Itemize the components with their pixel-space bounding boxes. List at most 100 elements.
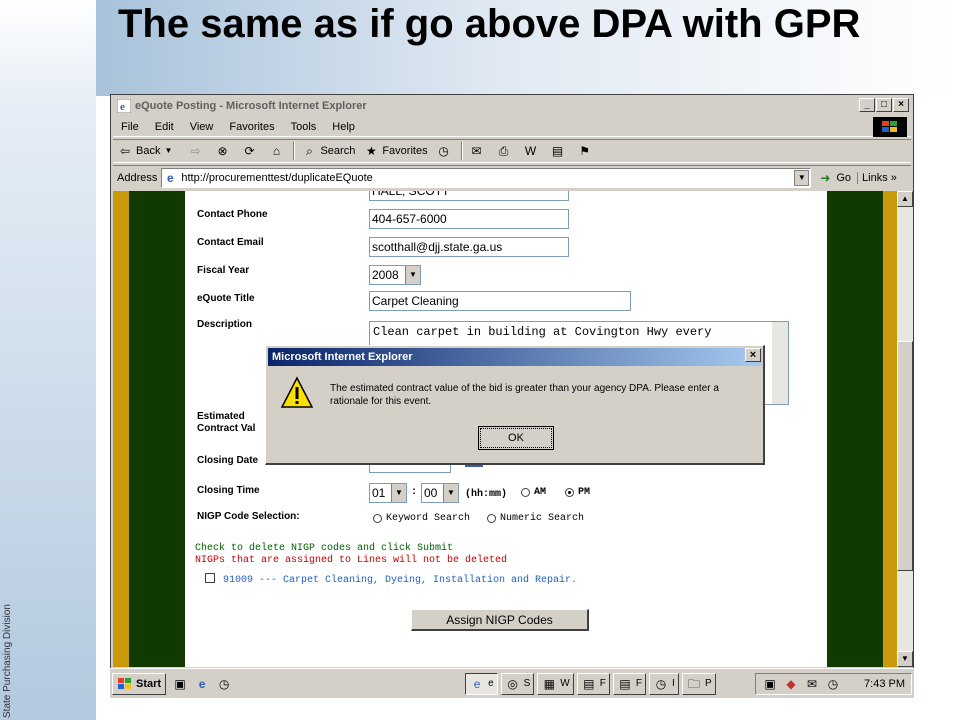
- gold-stripe-left: [113, 191, 129, 667]
- keyword-search-label: Keyword Search: [386, 513, 471, 524]
- hour-value: 01: [372, 486, 386, 500]
- home-button[interactable]: ⌂: [264, 140, 291, 162]
- favorites-icon: ★: [365, 144, 377, 158]
- start-button[interactable]: Start: [112, 672, 167, 695]
- closing-time-label: Closing Time: [197, 485, 260, 496]
- address-bar: Address e http://procurementtest/duplica…: [113, 165, 911, 189]
- mail-icon[interactable]: ✉: [804, 676, 820, 692]
- assign-nigp-button[interactable]: Assign NIGP Codes: [411, 609, 589, 631]
- network-icon[interactable]: ▣: [762, 676, 778, 692]
- numeric-search-radio[interactable]: Numeric Search: [487, 513, 584, 524]
- contact-name-field[interactable]: HALL, SCOTT: [369, 191, 569, 201]
- folder-icon: 🗀: [687, 676, 700, 691]
- shield-icon[interactable]: ◆: [783, 676, 799, 692]
- edit-button[interactable]: W: [519, 140, 546, 162]
- dialog-ok-button[interactable]: OK: [478, 426, 554, 450]
- go-label: Go: [836, 171, 852, 184]
- minute-value: 00: [424, 486, 438, 500]
- outlook-quicklaunch-icon[interactable]: ◷: [216, 676, 232, 692]
- favorites-label: Favorites: [382, 145, 428, 157]
- stop-icon: ⊗: [217, 144, 228, 158]
- search-button[interactable]: ⌕ Search: [297, 140, 359, 162]
- hour-select[interactable]: 01 ▼: [369, 483, 407, 503]
- minute-select[interactable]: 00 ▼: [421, 483, 459, 503]
- task-i[interactable]: ◷ I: [648, 672, 679, 695]
- go-button[interactable]: ➜ Go: [811, 170, 857, 186]
- slide: The same as if go above DPA with GPR Sta…: [0, 0, 960, 720]
- minimize-button[interactable]: _: [859, 98, 875, 112]
- task-label: S: [523, 678, 531, 689]
- research-button[interactable]: ⚑: [573, 140, 600, 162]
- contact-email-field[interactable]: scotthall@djj.state.ga.us: [369, 237, 569, 257]
- task-label: F: [635, 678, 642, 689]
- equote-title-field[interactable]: Carpet Cleaning: [369, 291, 631, 311]
- taskbar: Start ▣ e ◷ ee ◎ S ▦ W ▤ F ▤ F ◷ I 🗀 P ▣ ◆ ✉ ◷…: [110, 668, 914, 698]
- pm-radio[interactable]: PM: [565, 487, 590, 498]
- description-text: Clean carpet in building at Covington Hw…: [373, 325, 712, 339]
- ie-quicklaunch-icon[interactable]: e: [194, 676, 210, 692]
- vertical-scrollbar[interactable]: ▲ ▼: [897, 191, 913, 667]
- menu-edit[interactable]: Edit: [147, 121, 182, 133]
- task-ie[interactable]: ee: [465, 672, 498, 695]
- dropdown-arrow-icon: ▼: [164, 146, 173, 155]
- task-f2[interactable]: ▤ F: [612, 672, 646, 695]
- scroll-thumb[interactable]: [897, 341, 913, 571]
- app-icon: ◎: [507, 676, 518, 691]
- equote-title-label: eQuote Title: [197, 293, 255, 304]
- history-button[interactable]: ◷: [432, 140, 459, 162]
- task-w[interactable]: ▦ W: [537, 672, 574, 695]
- history-icon: ◷: [438, 144, 449, 158]
- pm-label: PM: [578, 487, 591, 498]
- discuss-button[interactable]: ▤: [546, 140, 573, 162]
- address-input[interactable]: e http://procurementtest/duplicateEQuote…: [161, 167, 812, 188]
- menu-help[interactable]: Help: [324, 121, 363, 133]
- back-button[interactable]: ⇦ Back ▼: [113, 140, 183, 162]
- maximize-button[interactable]: □: [876, 98, 892, 112]
- print-button[interactable]: ⎙: [492, 140, 519, 162]
- menu-file[interactable]: File: [113, 121, 147, 133]
- dialog-message: The estimated contract value of the bid …: [330, 383, 719, 407]
- fiscal-year-label: Fiscal Year: [197, 265, 250, 276]
- show-desktop-icon[interactable]: ▣: [172, 676, 188, 692]
- toolbar-separator: [460, 142, 463, 160]
- stop-button[interactable]: ⊗: [210, 140, 237, 162]
- back-arrow-icon: ⇦: [119, 144, 131, 158]
- close-button[interactable]: ×: [893, 98, 909, 112]
- address-dropdown-icon[interactable]: ▼: [794, 169, 810, 186]
- warning-icon: [280, 376, 314, 408]
- contact-phone-field[interactable]: 404-657-6000: [369, 209, 569, 229]
- description-scrollbar[interactable]: [772, 322, 788, 404]
- window-titlebar[interactable]: e eQuote Posting - Microsoft Internet Ex…: [113, 97, 911, 115]
- page-icon: e: [167, 170, 174, 185]
- ie-icon: e: [473, 676, 481, 691]
- radio-icon: [373, 514, 382, 523]
- contact-email-label: Contact Email: [197, 237, 264, 248]
- status-icon[interactable]: ◷: [825, 676, 841, 692]
- refresh-icon: ⟳: [244, 144, 255, 158]
- print-icon: ⎙: [498, 144, 509, 158]
- keyword-search-radio[interactable]: Keyword Search: [373, 513, 470, 524]
- task-label: F: [599, 678, 606, 689]
- scroll-up-icon[interactable]: ▲: [897, 191, 913, 207]
- mail-button[interactable]: ✉: [465, 140, 492, 162]
- nigp-delete-checkbox[interactable]: [205, 573, 215, 583]
- forward-button[interactable]: ⇨: [183, 140, 210, 162]
- document-icon: ▤: [551, 144, 564, 158]
- window-controls: _ □ ×: [859, 98, 909, 112]
- task-label: P: [704, 678, 712, 689]
- closing-date-label: Closing Date: [197, 455, 259, 466]
- menu-favorites[interactable]: Favorites: [221, 121, 282, 133]
- menu-view[interactable]: View: [182, 121, 222, 133]
- am-radio[interactable]: AM: [521, 487, 546, 498]
- favorites-button[interactable]: ★ Favorites: [359, 140, 431, 162]
- menu-tools[interactable]: Tools: [283, 121, 325, 133]
- task-p[interactable]: 🗀 P: [681, 672, 716, 695]
- task-s[interactable]: ◎ S: [500, 672, 535, 695]
- dialog-close-button[interactable]: ×: [745, 348, 761, 362]
- scroll-down-icon[interactable]: ▼: [897, 651, 913, 667]
- links-button[interactable]: Links »: [857, 171, 901, 184]
- fiscal-year-select[interactable]: 2008 ▼: [369, 265, 421, 285]
- refresh-button[interactable]: ⟳: [237, 140, 264, 162]
- task-label: I: [671, 678, 675, 689]
- task-f1[interactable]: ▤ F: [576, 672, 610, 695]
